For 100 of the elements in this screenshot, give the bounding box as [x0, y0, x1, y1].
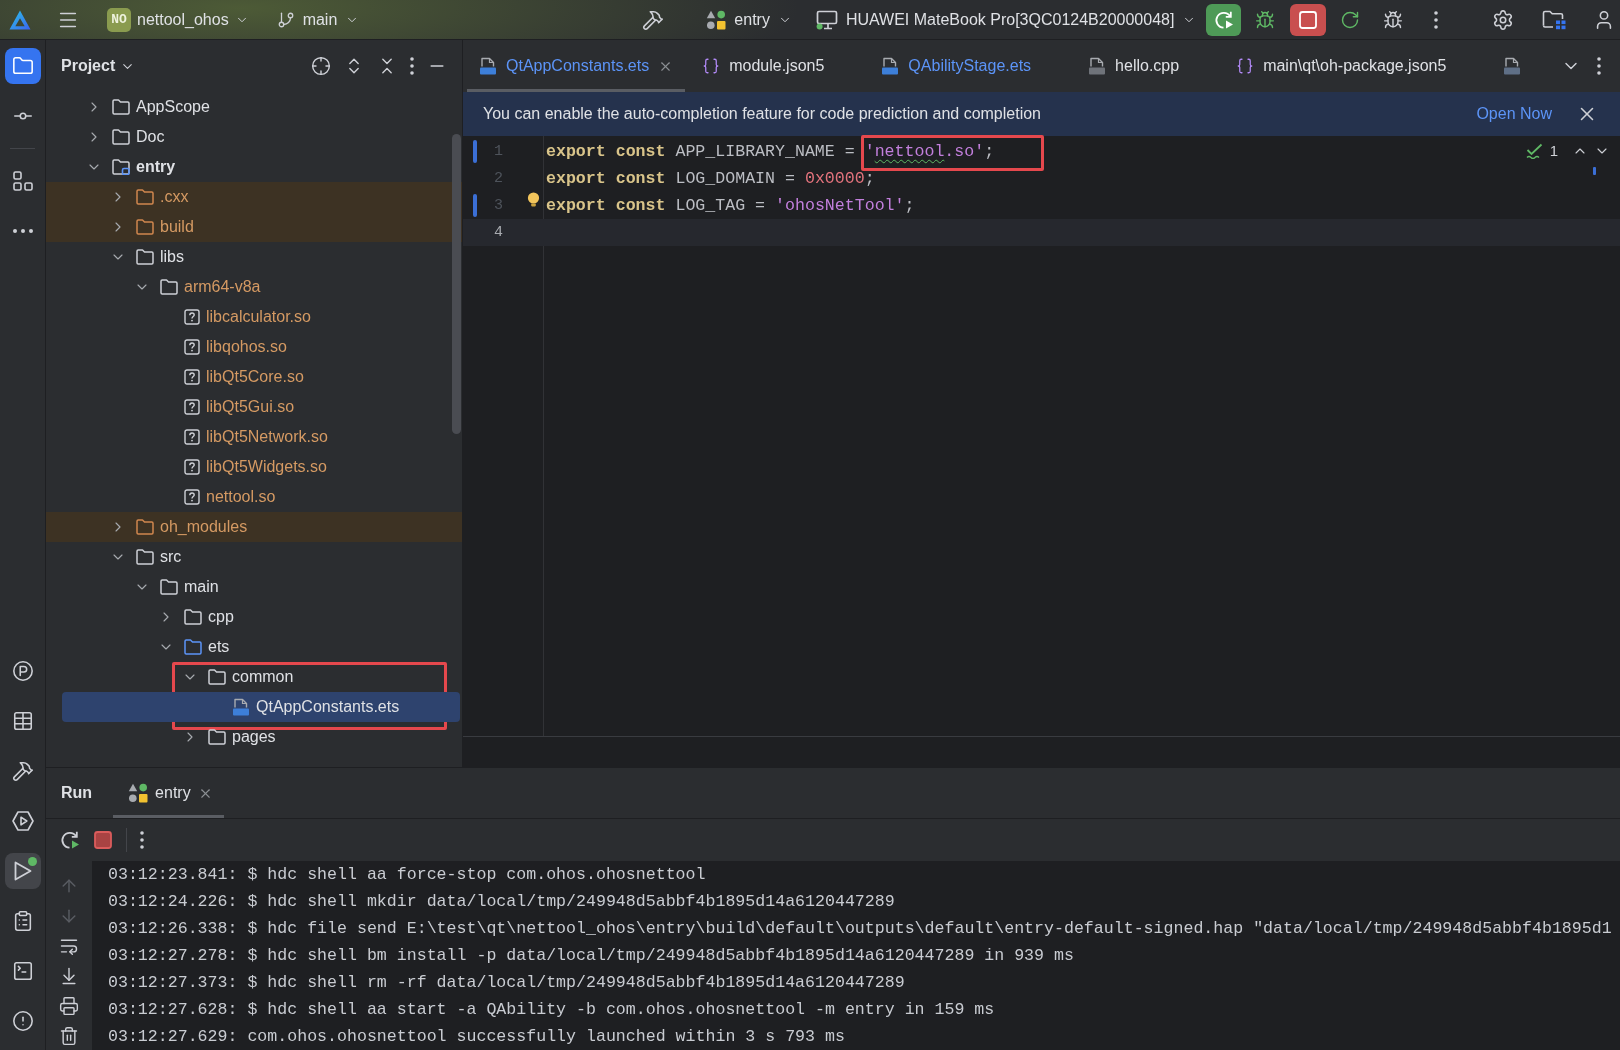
- inspection-count: 1: [1549, 142, 1558, 159]
- tree-item[interactable]: libs: [46, 242, 462, 272]
- check-icon: [1525, 142, 1544, 159]
- file-icon: [881, 57, 900, 75]
- console-line: 03:12:23.841: $ hdc shell aa force-stop com.ohos.ohosnettool: [108, 864, 707, 886]
- stop-icon[interactable]: [93, 830, 113, 850]
- play-icon: [13, 861, 32, 881]
- branch-dropdown[interactable]: main: [276, 10, 360, 29]
- shapes-icon: [128, 783, 149, 803]
- panel-title: Run: [61, 783, 93, 803]
- run-config-dropdown[interactable]: entry: [706, 9, 792, 30]
- line-number: 3: [494, 197, 503, 214]
- hexagon-play-icon: [11, 811, 34, 831]
- tree-item[interactable]: cpp: [46, 602, 462, 632]
- stop-button[interactable]: [1290, 3, 1327, 36]
- tree-item[interactable]: libqohos.so: [46, 332, 462, 362]
- folder-icon: [184, 609, 202, 625]
- tool-window-button[interactable]: [4, 853, 41, 889]
- device-dropdown[interactable]: HUAWEI MateBook Pro[3QC0124B20000048]: [815, 9, 1197, 30]
- tree-item[interactable]: src: [46, 542, 462, 572]
- folder-icon[interactable]: [1542, 9, 1567, 30]
- crosshair-icon[interactable]: [311, 56, 331, 76]
- trash-icon[interactable]: [59, 1026, 79, 1046]
- file-icon: [232, 698, 250, 716]
- bug-icon[interactable]: [1383, 9, 1404, 30]
- branch-icon: [276, 10, 295, 29]
- tree-item[interactable]: libQt5Widgets.so: [46, 452, 462, 482]
- view-dropdown[interactable]: Project: [61, 57, 136, 75]
- notice-text: You can enable the auto-completion feature for code prediction and completion: [483, 105, 1041, 123]
- run-tab[interactable]: entry: [113, 768, 224, 818]
- folder-icon: [208, 729, 226, 745]
- folder-icon: [136, 189, 154, 205]
- code-line: export const LOG_TAG = 'ohosNetTool';: [546, 196, 915, 215]
- tree-item[interactable]: oh_modules: [46, 512, 462, 542]
- lightbulb-icon[interactable]: [527, 192, 540, 207]
- tree-item[interactable]: AppScope: [46, 92, 462, 122]
- question-file-icon: [184, 489, 200, 505]
- console-line: 03:12:27.629: com.ohos.ohosnettool successfully launched within 3 s 793 ms: [108, 1026, 846, 1048]
- editor-tab[interactable]: module.json5: [685, 40, 865, 92]
- folder-icon: [136, 549, 154, 565]
- braces-icon: [1236, 57, 1255, 75]
- tree-item[interactable]: QtAppConstants.ets: [62, 692, 460, 722]
- circular-arrow-icon[interactable]: [1340, 9, 1361, 30]
- more-icon: [12, 229, 33, 233]
- question-file-icon: [184, 459, 200, 475]
- more-icon[interactable]: [140, 831, 144, 849]
- shapes-icon: [706, 9, 727, 30]
- rerun-button[interactable]: [1206, 3, 1242, 36]
- tree-item[interactable]: arm64-v8a: [46, 272, 462, 302]
- folder-icon: [184, 639, 202, 655]
- circular-arrow-play-icon[interactable]: [60, 830, 80, 850]
- tool-window-button[interactable]: [4, 48, 41, 84]
- monitor-icon: [815, 9, 838, 30]
- tree-item[interactable]: ets: [46, 632, 462, 662]
- more-icon[interactable]: [410, 57, 414, 75]
- squares-icon: [12, 171, 33, 191]
- tree-item[interactable]: common: [46, 662, 462, 692]
- file-icon: [1088, 57, 1107, 75]
- tree-item[interactable]: pages: [46, 722, 462, 752]
- editor-tab[interactable]: QAbilityStage.ets: [864, 40, 1072, 92]
- tree-item[interactable]: libQt5Core.so: [46, 362, 462, 392]
- console-line: 03:12:27.373: $ hdc shell rm -rf data/local/tmp/249948d5abbf4b1895d14a6120447289: [108, 972, 906, 994]
- scrollbar-thumb[interactable]: [452, 134, 461, 434]
- more-icon[interactable]: [1434, 10, 1439, 29]
- tree-item[interactable]: libQt5Gui.so: [46, 392, 462, 422]
- question-file-icon: [184, 429, 200, 445]
- line-number: 4: [494, 224, 503, 241]
- braces-icon: [702, 57, 721, 75]
- circle-p-icon: [11, 660, 34, 682]
- tree-item[interactable]: build: [46, 212, 462, 242]
- bug-icon[interactable]: [1255, 9, 1276, 30]
- tree-item[interactable]: entry: [46, 152, 462, 182]
- workspace-dropdown[interactable]: nettool_ohos: [137, 10, 249, 29]
- tree-item[interactable]: main: [46, 572, 462, 602]
- editor-tab[interactable]: main\qt\oh-package.json5: [1219, 40, 1487, 92]
- question-file-icon: [184, 309, 200, 325]
- logo-icon[interactable]: [9, 9, 31, 30]
- line-number: 1: [494, 143, 503, 160]
- gear-icon[interactable]: [1492, 8, 1515, 31]
- folder-icon: [136, 249, 154, 265]
- terminal-icon: [11, 960, 34, 982]
- tree-item[interactable]: nettool.so: [46, 482, 462, 512]
- hammer-icon[interactable]: [642, 8, 665, 31]
- tree-item[interactable]: libcalculator.so: [46, 302, 462, 332]
- scroll-to-end-icon[interactable]: [59, 966, 79, 986]
- folder-icon: [208, 669, 226, 685]
- table-icon: [11, 710, 34, 732]
- question-file-icon: [184, 399, 200, 415]
- tree-item[interactable]: Doc: [46, 122, 462, 152]
- project-badge: NO: [107, 7, 131, 32]
- tree-item[interactable]: libQt5Network.so: [46, 422, 462, 452]
- more-icon[interactable]: [1597, 57, 1602, 75]
- folder-icon: [160, 579, 178, 595]
- folder-icon: [11, 55, 34, 77]
- open-now-link[interactable]: Open Now: [1476, 105, 1552, 123]
- print-icon[interactable]: [59, 996, 79, 1016]
- tree-item[interactable]: .cxx: [46, 182, 462, 212]
- code-line: export const APP_LIBRARY_NAME = 'nettool.so';: [546, 142, 995, 161]
- editor-tab[interactable]: hello.cpp: [1071, 40, 1220, 92]
- wrap-text-icon[interactable]: [59, 936, 79, 956]
